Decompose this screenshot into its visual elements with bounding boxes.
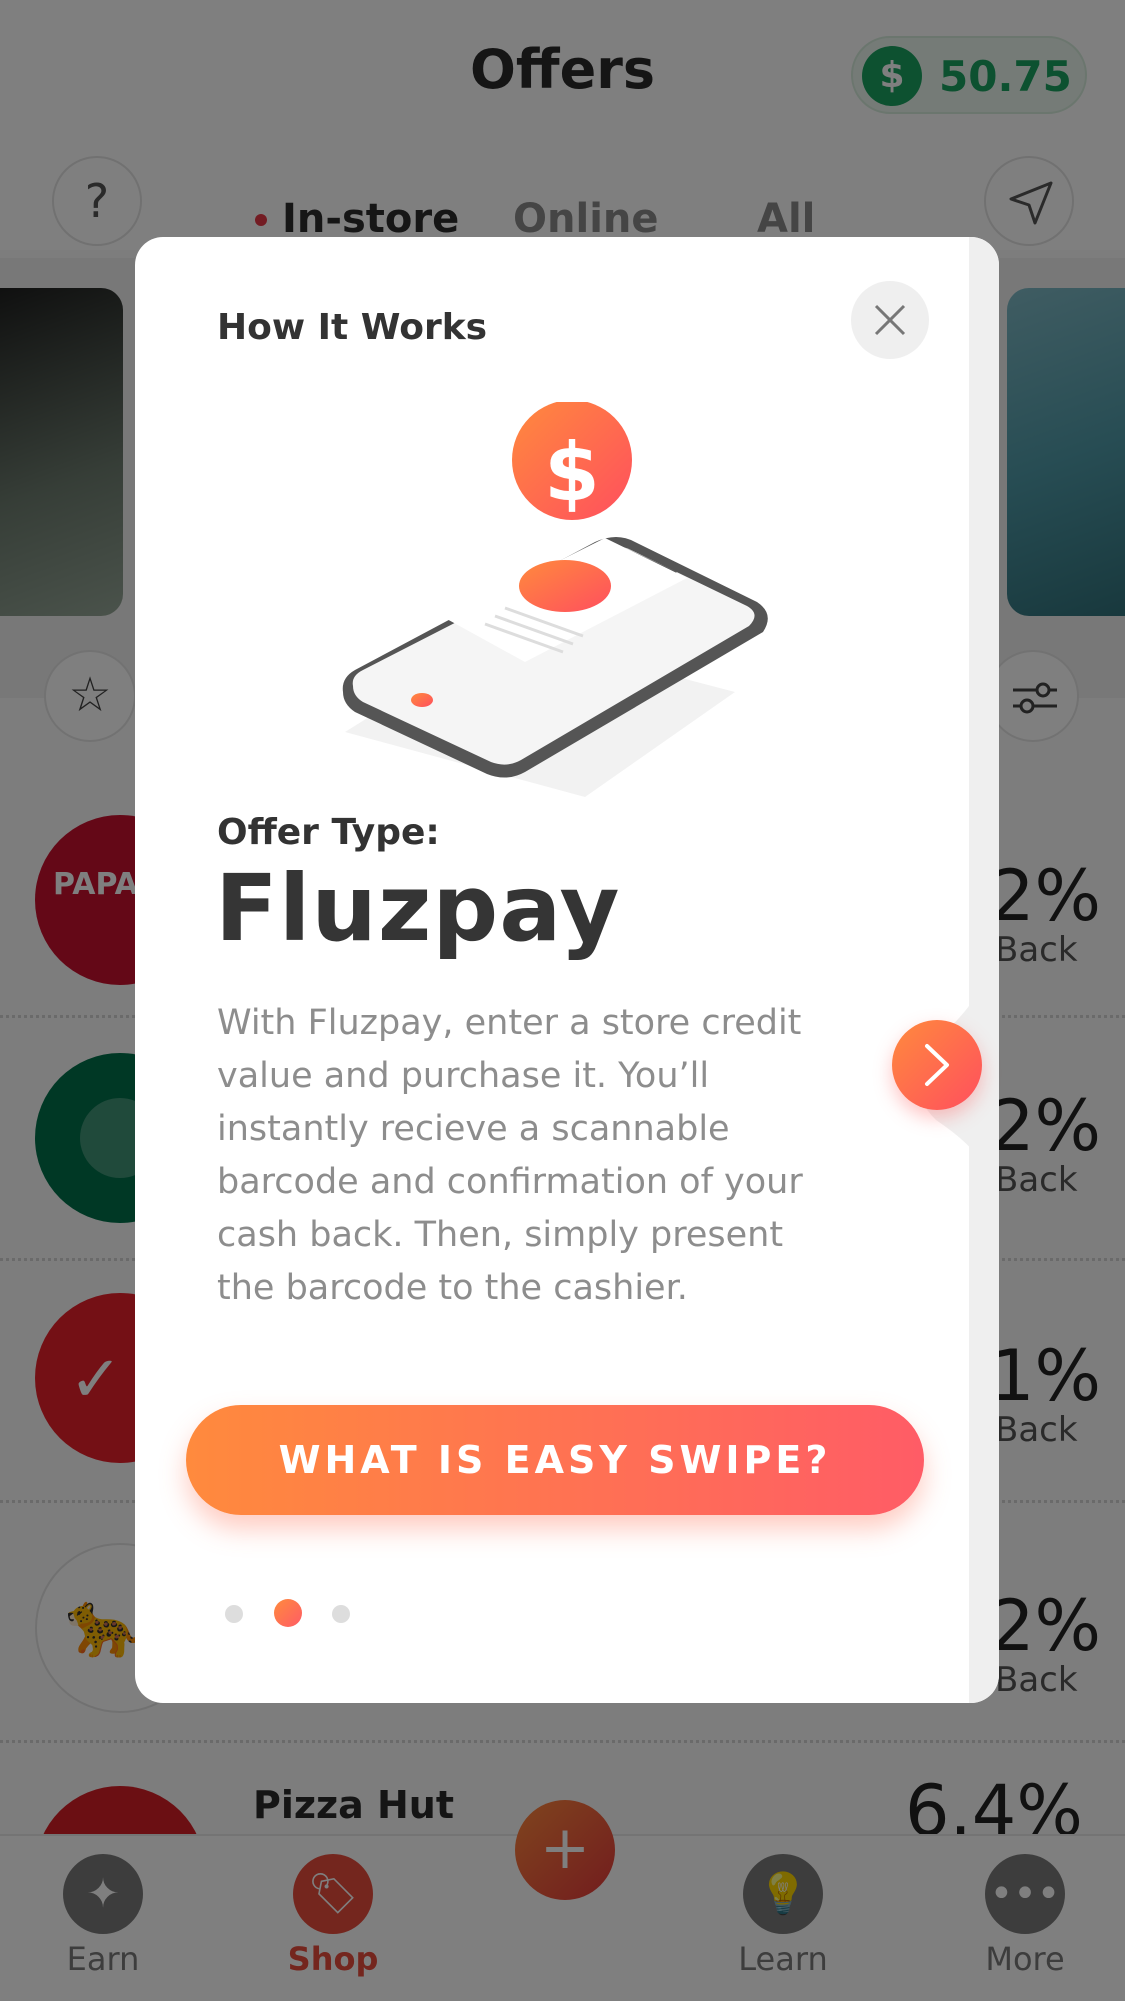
how-it-works-modal: How It Works $ Offer Type: Fluzpay With … xyxy=(135,237,999,1703)
what-is-easy-swipe-button[interactable]: WHAT IS EASY SWIPE? xyxy=(186,1405,924,1515)
dollar-icon: $ xyxy=(544,426,600,519)
close-button[interactable] xyxy=(851,281,929,359)
offer-type-name: Fluzpay xyxy=(215,855,621,962)
page-dot[interactable] xyxy=(225,1605,243,1623)
page-dot-active[interactable] xyxy=(274,1599,302,1627)
next-button[interactable] xyxy=(892,1020,982,1110)
offer-description: With Fluzpay, enter a store credit value… xyxy=(217,1003,803,1308)
offer-type-label: Offer Type: xyxy=(217,812,440,853)
page-dot[interactable] xyxy=(332,1605,350,1623)
chevron-right-icon xyxy=(925,1044,949,1086)
close-icon xyxy=(874,304,906,336)
modal-title: How It Works xyxy=(217,307,488,348)
